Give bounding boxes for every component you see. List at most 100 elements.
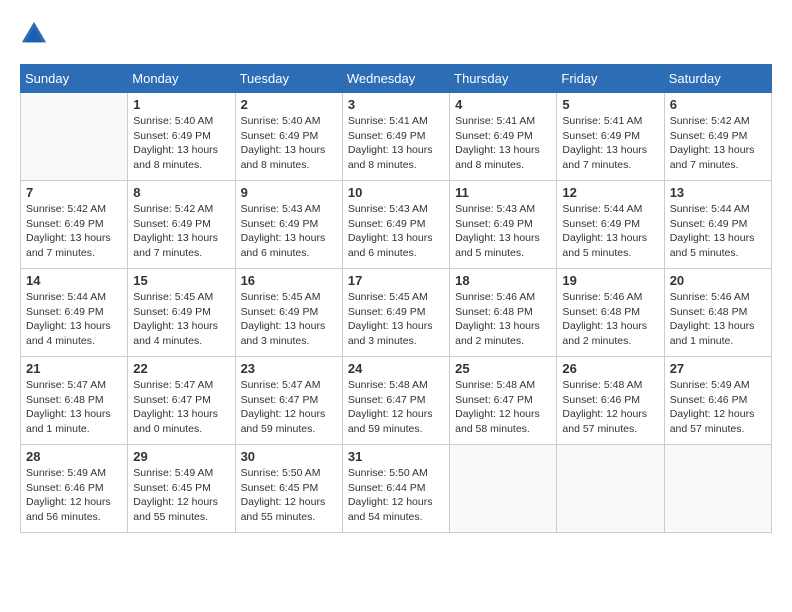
table-cell: 9Sunrise: 5:43 AM Sunset: 6:49 PM Daylig… [235,181,342,269]
day-number: 22 [133,361,229,376]
day-info: Sunrise: 5:46 AM Sunset: 6:48 PM Dayligh… [670,290,766,349]
day-info: Sunrise: 5:43 AM Sunset: 6:49 PM Dayligh… [241,202,337,261]
day-info: Sunrise: 5:42 AM Sunset: 6:49 PM Dayligh… [26,202,122,261]
day-info: Sunrise: 5:49 AM Sunset: 6:46 PM Dayligh… [670,378,766,437]
week-row-1: 1Sunrise: 5:40 AM Sunset: 6:49 PM Daylig… [21,93,772,181]
table-cell: 13 Sunrise: 5:44 AM Sunset: 6:49 PM Dayli… [664,181,771,269]
week-row-4: 21 Sunrise: 5:47 AM Sunset: 6:48 PM Dayli… [21,357,772,445]
table-cell: 5 Sunrise: 5:41 AM Sunset: 6:49 PM Daylig… [557,93,664,181]
day-number: 26 [562,361,658,376]
day-number: 18 [455,273,551,288]
table-cell: 8 Sunrise: 5:42 AM Sunset: 6:49 PM Daylig… [128,181,235,269]
day-info: Sunrise: 5:44 AM Sunset: 6:49 PM Dayligh… [670,202,766,261]
day-info: Sunrise: 5:42 AM Sunset: 6:49 PM Dayligh… [670,114,766,173]
table-cell: 25 Sunrise: 5:48 AM Sunset: 6:47 PM Dayli… [450,357,557,445]
day-info: Sunrise: 5:40 AM Sunset: 6:49 PM Dayligh… [241,114,337,173]
day-info: Sunrise: 5:44 AM Sunset: 6:49 PM Dayligh… [26,290,122,349]
table-cell: 11Sunrise: 5:43 AM Sunset: 6:49 PM Dayli… [450,181,557,269]
day-number: 13 [670,185,766,200]
header-monday: Monday [128,65,235,93]
day-info: Sunrise: 5:46 AM Sunset: 6:48 PM Dayligh… [562,290,658,349]
table-cell: 30 Sunrise: 5:50 AM Sunset: 6:45 PM Dayli… [235,445,342,533]
table-cell: 17 Sunrise: 5:45 AM Sunset: 6:49 PM Dayli… [342,269,449,357]
day-info: Sunrise: 5:48 AM Sunset: 6:46 PM Dayligh… [562,378,658,437]
table-cell [21,93,128,181]
header-wednesday: Wednesday [342,65,449,93]
day-number: 27 [670,361,766,376]
table-cell: 12 Sunrise: 5:44 AM Sunset: 6:49 PM Dayli… [557,181,664,269]
day-number: 16 [241,273,337,288]
day-info: Sunrise: 5:49 AM Sunset: 6:45 PM Dayligh… [133,466,229,525]
table-cell [664,445,771,533]
day-info: Sunrise: 5:45 AM Sunset: 6:49 PM Dayligh… [241,290,337,349]
day-number: 15 [133,273,229,288]
week-row-5: 28 Sunrise: 5:49 AM Sunset: 6:46 PM Dayli… [21,445,772,533]
day-info: Sunrise: 5:43 AM Sunset: 6:49 PM Dayligh… [348,202,444,261]
table-cell: 28 Sunrise: 5:49 AM Sunset: 6:46 PM Dayli… [21,445,128,533]
table-cell: 19 Sunrise: 5:46 AM Sunset: 6:48 PM Dayli… [557,269,664,357]
table-cell: 29 Sunrise: 5:49 AM Sunset: 6:45 PM Dayli… [128,445,235,533]
days-of-week-row: SundayMondayTuesdayWednesdayThursdayFrid… [21,65,772,93]
day-info: Sunrise: 5:41 AM Sunset: 6:49 PM Dayligh… [455,114,551,173]
day-info: Sunrise: 5:41 AM Sunset: 6:49 PM Dayligh… [562,114,658,173]
day-info: Sunrise: 5:41 AM Sunset: 6:49 PM Dayligh… [348,114,444,173]
day-number: 8 [133,185,229,200]
table-cell: 31Sunrise: 5:50 AM Sunset: 6:44 PM Dayli… [342,445,449,533]
table-cell: 10 Sunrise: 5:43 AM Sunset: 6:49 PM Dayli… [342,181,449,269]
table-cell: 14Sunrise: 5:44 AM Sunset: 6:49 PM Dayli… [21,269,128,357]
day-info: Sunrise: 5:44 AM Sunset: 6:49 PM Dayligh… [562,202,658,261]
table-cell: 24Sunrise: 5:48 AM Sunset: 6:47 PM Dayli… [342,357,449,445]
day-info: Sunrise: 5:47 AM Sunset: 6:48 PM Dayligh… [26,378,122,437]
day-number: 25 [455,361,551,376]
day-number: 5 [562,97,658,112]
day-number: 12 [562,185,658,200]
day-number: 10 [348,185,444,200]
day-number: 30 [241,449,337,464]
table-cell: 1Sunrise: 5:40 AM Sunset: 6:49 PM Daylig… [128,93,235,181]
table-cell [450,445,557,533]
logo [20,20,52,48]
header-sunday: Sunday [21,65,128,93]
day-number: 21 [26,361,122,376]
day-number: 4 [455,97,551,112]
table-cell: 16 Sunrise: 5:45 AM Sunset: 6:49 PM Dayli… [235,269,342,357]
calendar-body: 1Sunrise: 5:40 AM Sunset: 6:49 PM Daylig… [21,93,772,533]
logo-icon [20,20,48,48]
day-number: 17 [348,273,444,288]
day-number: 29 [133,449,229,464]
table-cell: 26 Sunrise: 5:48 AM Sunset: 6:46 PM Dayli… [557,357,664,445]
day-number: 20 [670,273,766,288]
day-number: 7 [26,185,122,200]
table-cell: 20 Sunrise: 5:46 AM Sunset: 6:48 PM Dayli… [664,269,771,357]
day-number: 23 [241,361,337,376]
day-info: Sunrise: 5:45 AM Sunset: 6:49 PM Dayligh… [133,290,229,349]
day-number: 24 [348,361,444,376]
day-info: Sunrise: 5:46 AM Sunset: 6:48 PM Dayligh… [455,290,551,349]
day-number: 28 [26,449,122,464]
table-cell: 27 Sunrise: 5:49 AM Sunset: 6:46 PM Dayli… [664,357,771,445]
week-row-3: 14Sunrise: 5:44 AM Sunset: 6:49 PM Dayli… [21,269,772,357]
day-info: Sunrise: 5:40 AM Sunset: 6:49 PM Dayligh… [133,114,229,173]
day-info: Sunrise: 5:48 AM Sunset: 6:47 PM Dayligh… [455,378,551,437]
day-info: Sunrise: 5:50 AM Sunset: 6:44 PM Dayligh… [348,466,444,525]
header-thursday: Thursday [450,65,557,93]
day-info: Sunrise: 5:42 AM Sunset: 6:49 PM Dayligh… [133,202,229,261]
table-cell [557,445,664,533]
header-friday: Friday [557,65,664,93]
day-number: 19 [562,273,658,288]
page-header [20,20,772,48]
day-number: 6 [670,97,766,112]
day-number: 2 [241,97,337,112]
day-info: Sunrise: 5:50 AM Sunset: 6:45 PM Dayligh… [241,466,337,525]
day-info: Sunrise: 5:43 AM Sunset: 6:49 PM Dayligh… [455,202,551,261]
table-cell: 7 Sunrise: 5:42 AM Sunset: 6:49 PM Daylig… [21,181,128,269]
table-cell: 23 Sunrise: 5:47 AM Sunset: 6:47 PM Dayli… [235,357,342,445]
table-cell: 6 Sunrise: 5:42 AM Sunset: 6:49 PM Daylig… [664,93,771,181]
day-info: Sunrise: 5:47 AM Sunset: 6:47 PM Dayligh… [241,378,337,437]
day-info: Sunrise: 5:49 AM Sunset: 6:46 PM Dayligh… [26,466,122,525]
table-cell: 3Sunrise: 5:41 AM Sunset: 6:49 PM Daylig… [342,93,449,181]
calendar-table: SundayMondayTuesdayWednesdayThursdayFrid… [20,64,772,533]
day-info: Sunrise: 5:47 AM Sunset: 6:47 PM Dayligh… [133,378,229,437]
day-info: Sunrise: 5:45 AM Sunset: 6:49 PM Dayligh… [348,290,444,349]
table-cell: 18 Sunrise: 5:46 AM Sunset: 6:48 PM Dayli… [450,269,557,357]
